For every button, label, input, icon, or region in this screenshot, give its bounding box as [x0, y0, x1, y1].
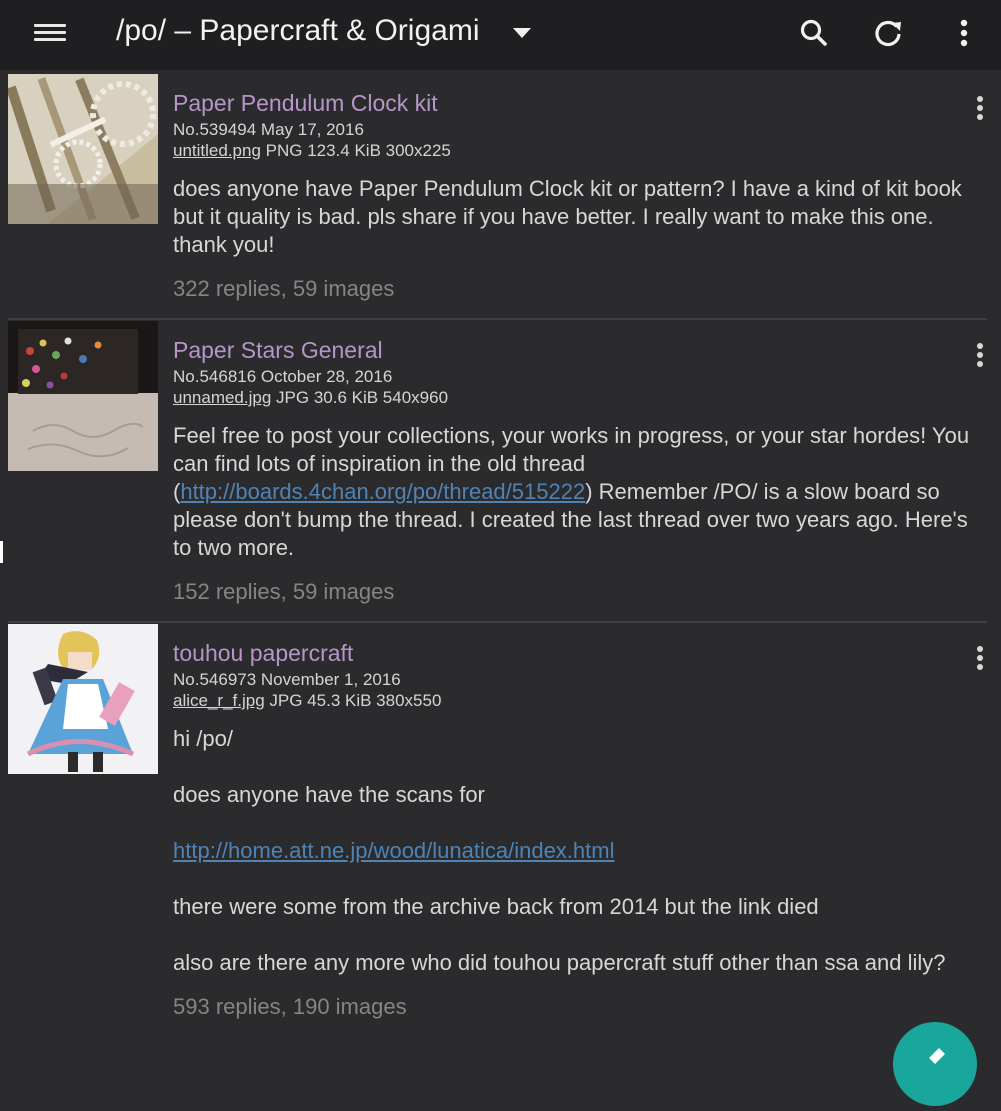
thread-stats: 322 replies, 59 images: [173, 276, 395, 301]
thread-list: Paper Pendulum Clock kit No.539494 May 1…: [0, 70, 1001, 1063]
post-meta: No.546816 October 28, 2016: [173, 367, 393, 386]
body-paragraph: there were some from the archive back fr…: [173, 894, 819, 919]
compose-fab[interactable]: [893, 1022, 977, 1106]
thread-subject[interactable]: touhou papercraft: [173, 638, 971, 668]
search-icon[interactable]: [794, 14, 834, 54]
file-name-link[interactable]: untitled.png: [173, 141, 261, 160]
thread-more-vert-icon[interactable]: [975, 343, 985, 370]
toolbar: /po/ – Papercraft & Origami: [0, 0, 1001, 70]
thread-subject[interactable]: Paper Pendulum Clock kit: [173, 88, 971, 118]
thread-link[interactable]: http://home.att.ne.jp/wood/lunatica/inde…: [173, 838, 614, 863]
board-title[interactable]: /po/ – Papercraft & Origami: [116, 14, 480, 48]
thread-card[interactable]: Paper Stars General No.546816 October 28…: [0, 320, 1001, 623]
thread-more-vert-icon[interactable]: [975, 96, 985, 123]
thread-more-vert-icon[interactable]: [975, 646, 985, 673]
thread-card[interactable]: touhou papercraft No.546973 November 1, …: [0, 623, 1001, 1063]
file-name-link[interactable]: alice_r_f.jpg: [173, 691, 265, 710]
file-details: JPG 30.6 KiB 540x960: [271, 388, 449, 407]
thread-thumbnail[interactable]: [8, 321, 158, 471]
more-vert-icon[interactable]: [944, 14, 984, 54]
refresh-icon[interactable]: [868, 14, 908, 54]
file-details: PNG 123.4 KiB 300x225: [260, 141, 451, 160]
hamburger-menu-icon[interactable]: [30, 20, 70, 50]
thread-body: Feel free to post your collections, your…: [173, 422, 971, 562]
thread-thumbnail[interactable]: [8, 74, 158, 224]
thread-card[interactable]: Paper Pendulum Clock kit No.539494 May 1…: [0, 70, 1001, 320]
thread-stats: 152 replies, 59 images: [173, 579, 395, 604]
post-meta: No.546973 November 1, 2016: [173, 670, 401, 689]
thread-body: does anyone have Paper Pendulum Clock ki…: [173, 176, 962, 257]
thread-stats: 593 replies, 190 images: [173, 994, 407, 1019]
file-info: alice_r_f.jpg JPG 45.3 KiB 380x550: [173, 690, 971, 711]
thread-subject[interactable]: Paper Stars General: [173, 335, 971, 365]
body-paragraph: also are there any more who did touhou p…: [173, 950, 946, 975]
thread-link[interactable]: http://boards.4chan.org/po/thread/515222: [180, 479, 585, 504]
file-info: unnamed.jpg JPG 30.6 KiB 540x960: [173, 387, 971, 408]
pencil-icon: [929, 1048, 945, 1064]
body-paragraph: hi /po/: [173, 726, 233, 751]
thread-thumbnail[interactable]: [8, 624, 158, 774]
thread-body: hi /po/ does anyone have the scans for h…: [173, 725, 971, 977]
body-paragraph: does anyone have the scans for: [173, 782, 485, 807]
post-meta: No.539494 May 17, 2016: [173, 120, 364, 139]
file-info: untitled.png PNG 123.4 KiB 300x225: [173, 140, 971, 161]
file-name-link[interactable]: unnamed.jpg: [173, 388, 271, 407]
file-details: JPG 45.3 KiB 380x550: [264, 691, 442, 710]
caret-down-icon[interactable]: [513, 28, 531, 38]
